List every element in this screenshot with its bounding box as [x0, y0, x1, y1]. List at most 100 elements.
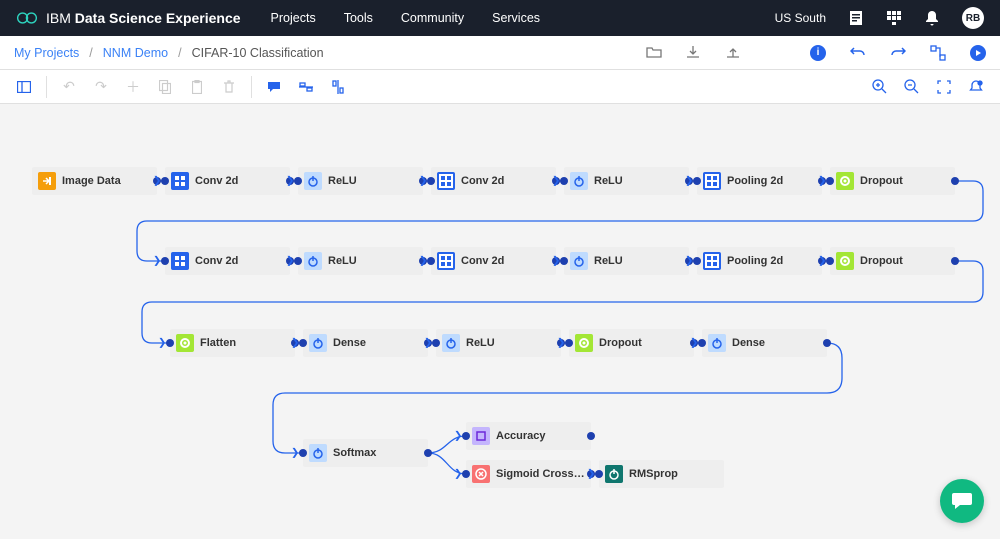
node-n21[interactable]: ❯Sigmoid Cross-E... — [466, 460, 591, 488]
redo-button[interactable]: ↷ — [85, 72, 117, 102]
add-button[interactable]: ＋ — [117, 72, 149, 102]
node-type-icon — [304, 252, 322, 270]
flow-canvas[interactable]: Image Data ❯Conv 2d ❯ReLU ❯Conv 2d ❯ReLU ❯Poo… — [0, 104, 1000, 539]
nav-community[interactable]: Community — [401, 11, 464, 25]
folder-icon[interactable] — [646, 45, 662, 61]
node-n6[interactable]: ❯Pooling 2d — [697, 167, 822, 195]
fit-button[interactable] — [928, 72, 960, 102]
copy-button[interactable] — [149, 72, 181, 102]
grid-icon[interactable] — [886, 10, 902, 26]
region-selector[interactable]: US South — [775, 11, 826, 25]
port-in[interactable] — [294, 177, 302, 185]
port-in[interactable] — [427, 257, 435, 265]
port-in[interactable] — [166, 339, 174, 347]
node-label: Dense — [333, 337, 428, 349]
port-in[interactable] — [560, 177, 568, 185]
delete-button[interactable] — [213, 72, 245, 102]
node-n20[interactable]: ❯Accuracy — [466, 422, 591, 450]
align-v-button[interactable] — [322, 72, 354, 102]
port-in[interactable] — [826, 257, 834, 265]
port-in[interactable] — [427, 177, 435, 185]
node-n18[interactable]: ❯Dense — [702, 329, 827, 357]
node-n5[interactable]: ❯ReLU — [564, 167, 689, 195]
port-in[interactable] — [698, 339, 706, 347]
info-icon[interactable]: i — [810, 45, 826, 61]
crumb-project[interactable]: NNM Demo — [103, 46, 168, 60]
node-n3[interactable]: ❯ReLU — [298, 167, 423, 195]
node-type-icon — [442, 334, 460, 352]
undo-icon[interactable] — [850, 45, 866, 61]
port-in[interactable] — [693, 257, 701, 265]
chat-icon — [951, 491, 973, 511]
port-in[interactable] — [595, 470, 603, 478]
port-in[interactable] — [299, 339, 307, 347]
node-n1[interactable]: Image Data — [32, 167, 157, 195]
crumb-root[interactable]: My Projects — [14, 46, 79, 60]
port-in[interactable] — [462, 470, 470, 478]
node-n12[interactable]: ❯Pooling 2d — [697, 247, 822, 275]
brand-text: IBM Data Science Experience — [46, 10, 241, 26]
port-out[interactable] — [951, 177, 959, 185]
zoom-in-button[interactable] — [864, 72, 896, 102]
node-type-icon — [708, 334, 726, 352]
node-n14[interactable]: ❯Flatten — [170, 329, 295, 357]
node-n7[interactable]: ❯Dropout — [830, 167, 955, 195]
undo-button[interactable]: ↶ — [53, 72, 85, 102]
user-avatar[interactable]: RB — [962, 7, 984, 29]
notifications-button[interactable] — [960, 72, 992, 102]
port-in[interactable] — [462, 432, 470, 440]
port-in[interactable] — [161, 177, 169, 185]
flow-icon[interactable] — [930, 45, 946, 61]
nav-services[interactable]: Services — [492, 11, 540, 25]
port-out[interactable] — [951, 257, 959, 265]
node-n9[interactable]: ❯ReLU — [298, 247, 423, 275]
port-out[interactable] — [587, 432, 595, 440]
chat-fab[interactable] — [940, 479, 984, 523]
port-in[interactable] — [432, 339, 440, 347]
document-icon[interactable] — [848, 10, 864, 26]
align-h-button[interactable] — [290, 72, 322, 102]
bell-icon[interactable] — [924, 10, 940, 26]
node-label: ReLU — [466, 337, 561, 349]
port-in[interactable] — [826, 177, 834, 185]
upload-icon[interactable] — [726, 45, 742, 61]
node-type-icon — [304, 172, 322, 190]
node-n19[interactable]: ❯Softmax — [303, 439, 428, 467]
node-type-icon — [703, 252, 721, 270]
comment-button[interactable] — [258, 72, 290, 102]
node-n10[interactable]: ❯Conv 2d — [431, 247, 556, 275]
node-type-icon — [472, 465, 490, 483]
port-out[interactable] — [823, 339, 831, 347]
node-n4[interactable]: ❯Conv 2d — [431, 167, 556, 195]
zoom-out-button[interactable] — [896, 72, 928, 102]
port-in[interactable] — [565, 339, 573, 347]
node-label: Dense — [732, 337, 827, 349]
port-in[interactable] — [161, 257, 169, 265]
node-type-icon — [836, 172, 854, 190]
node-label: Dropout — [860, 175, 955, 187]
node-n15[interactable]: ❯Dense — [303, 329, 428, 357]
node-n22[interactable]: ❯RMSprop — [599, 460, 724, 488]
node-type-icon — [176, 334, 194, 352]
node-n8[interactable]: ❯Conv 2d — [165, 247, 290, 275]
port-out[interactable] — [424, 449, 432, 457]
node-label: Softmax — [333, 447, 428, 459]
nav-projects[interactable]: Projects — [271, 11, 316, 25]
port-in[interactable] — [693, 177, 701, 185]
redo-icon[interactable] — [890, 45, 906, 61]
run-icon[interactable] — [970, 45, 986, 61]
nav-tools[interactable]: Tools — [344, 11, 373, 25]
node-n11[interactable]: ❯ReLU — [564, 247, 689, 275]
node-n16[interactable]: ❯ReLU — [436, 329, 561, 357]
port-in[interactable] — [294, 257, 302, 265]
panel-toggle-button[interactable] — [8, 72, 40, 102]
paste-button[interactable] — [181, 72, 213, 102]
brand[interactable]: IBM Data Science Experience — [16, 10, 241, 26]
port-in[interactable] — [299, 449, 307, 457]
node-n13[interactable]: ❯Dropout — [830, 247, 955, 275]
node-n2[interactable]: ❯Conv 2d — [165, 167, 290, 195]
port-in[interactable] — [560, 257, 568, 265]
main-nav: Projects Tools Community Services — [271, 11, 541, 25]
node-n17[interactable]: ❯Dropout — [569, 329, 694, 357]
download-icon[interactable] — [686, 45, 702, 61]
